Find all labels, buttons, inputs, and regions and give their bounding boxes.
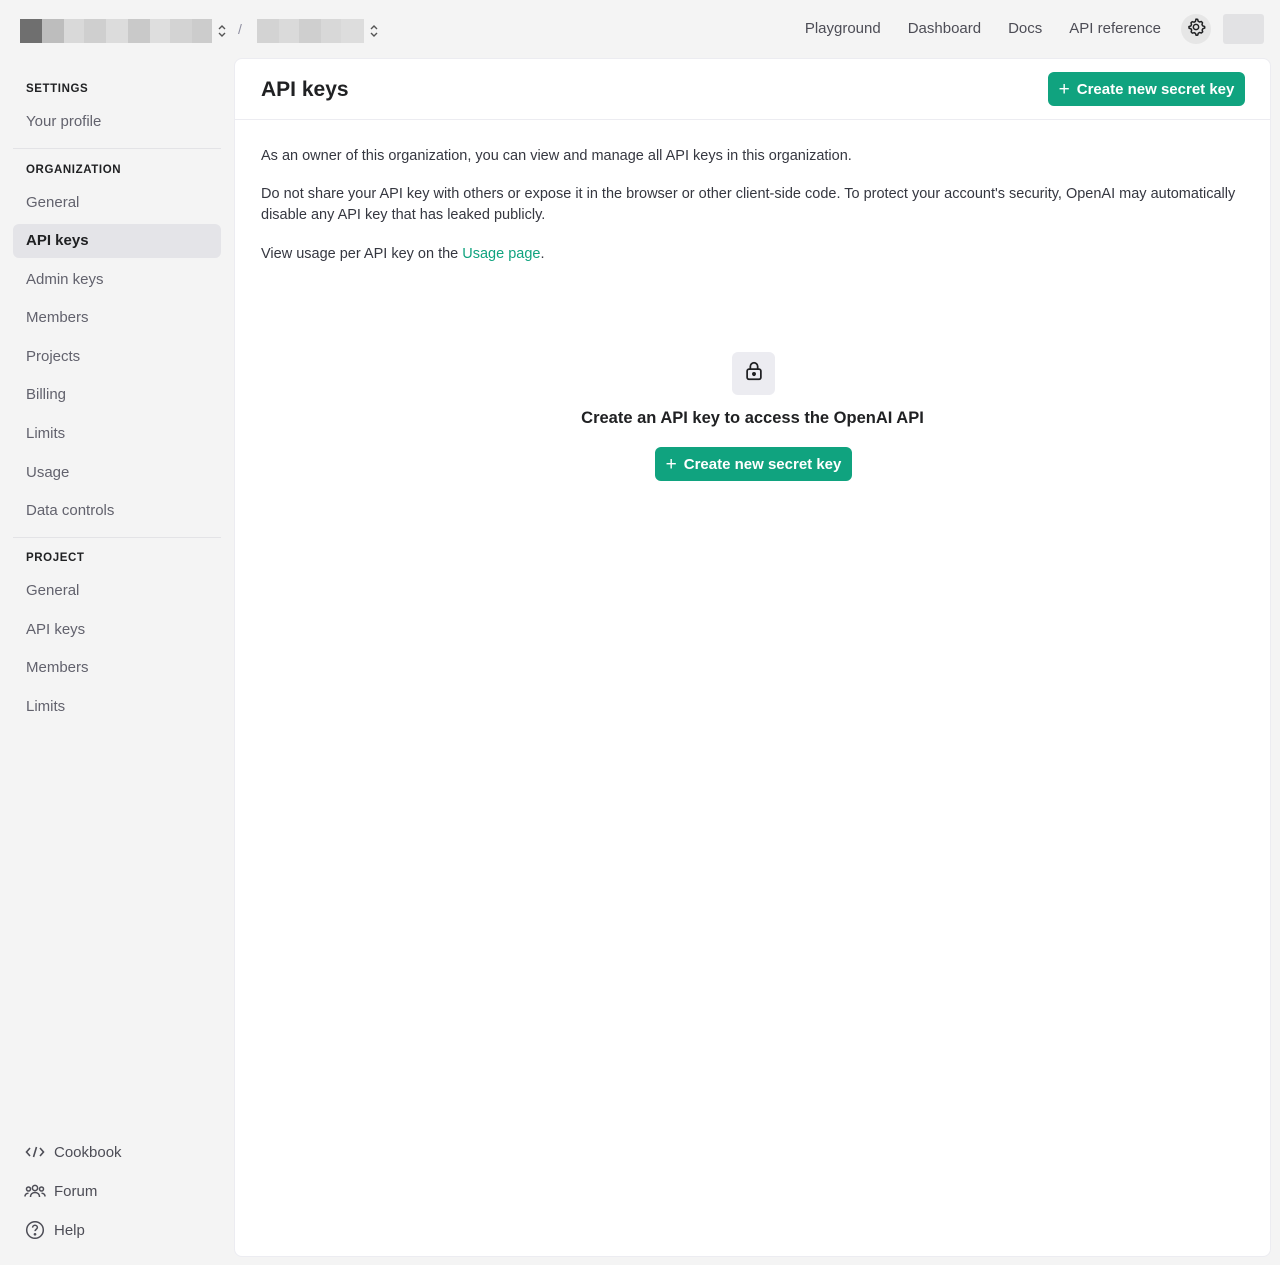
sidebar-divider [13, 537, 221, 538]
sidebar-item-project-general[interactable]: General [13, 574, 221, 608]
empty-state-create-secret-key-button[interactable]: + Create new secret key [655, 447, 852, 481]
org-name-redacted [20, 19, 212, 43]
page-title: API keys [261, 78, 349, 101]
org-switcher[interactable] [20, 19, 228, 43]
sidebar-item-org-data-controls[interactable]: Data controls [13, 494, 221, 528]
sidebar-item-org-general[interactable]: General [13, 186, 221, 220]
plus-icon: + [1058, 78, 1070, 100]
nav-api-reference[interactable]: API reference [1069, 14, 1161, 44]
sidebar-item-project-api-keys[interactable]: API keys [13, 613, 221, 647]
sidebar-item-org-admin-keys[interactable]: Admin keys [13, 263, 221, 297]
sidebar-item-project-members[interactable]: Members [13, 651, 221, 685]
plus-icon: + [665, 453, 677, 475]
sidebar-item-project-limits[interactable]: Limits [13, 690, 221, 724]
sidebar-item-org-projects[interactable]: Projects [13, 340, 221, 374]
top-nav: Playground Dashboard Docs API reference [805, 14, 1280, 44]
avatar[interactable] [1223, 14, 1264, 44]
sidebar-link-label: Forum [54, 1182, 98, 1200]
breadcrumb-separator: / [238, 21, 242, 37]
main-panel: API keys + Create new secret key As an o… [234, 58, 1271, 1257]
sidebar-item-org-usage[interactable]: Usage [13, 456, 221, 490]
usage-notice-prefix: View usage per API key on the [261, 246, 463, 262]
sidebar-item-org-limits[interactable]: Limits [13, 417, 221, 451]
sidebar-link-cookbook[interactable]: Cookbook [24, 1140, 122, 1164]
usage-notice-suffix: . [540, 246, 545, 262]
owner-notice: As an owner of this organization, you ca… [261, 148, 852, 164]
sidebar-section-organization: ORGANIZATION [26, 164, 122, 176]
main-header: API keys + Create new secret key [235, 59, 1270, 120]
chevron-updown-icon[interactable] [216, 19, 228, 43]
sidebar-link-help[interactable]: Help [24, 1218, 85, 1242]
lock-icon [743, 360, 765, 387]
code-icon [24, 1141, 46, 1163]
sidebar-item-org-members[interactable]: Members [13, 301, 221, 335]
sidebar-item-org-api-keys[interactable]: API keys [13, 224, 221, 258]
help-circle-icon [24, 1219, 46, 1241]
sidebar-item-your-profile[interactable]: Your profile [13, 105, 221, 139]
sidebar-link-label: Cookbook [54, 1143, 122, 1161]
sidebar-item-org-billing[interactable]: Billing [13, 378, 221, 412]
nav-playground[interactable]: Playground [805, 14, 881, 44]
sidebar-section-project: PROJECT [26, 552, 85, 564]
button-label: Create new secret key [683, 455, 842, 473]
empty-state-icon-box [732, 352, 775, 395]
nav-docs[interactable]: Docs [1008, 14, 1042, 44]
project-switcher[interactable] [257, 19, 380, 43]
users-icon [24, 1180, 46, 1202]
empty-state-title: Create an API key to access the OpenAI A… [581, 409, 924, 427]
gear-icon [1186, 17, 1206, 42]
sidebar-link-label: Help [54, 1221, 85, 1239]
sidebar: SETTINGS Your profile ORGANIZATION Gener… [0, 58, 234, 1265]
project-name-redacted [257, 19, 364, 43]
nav-dashboard[interactable]: Dashboard [908, 14, 981, 44]
sidebar-section-settings: SETTINGS [26, 83, 89, 95]
settings-button[interactable] [1181, 14, 1211, 44]
security-notice: Do not share your API key with others or… [261, 186, 1236, 223]
create-secret-key-button[interactable]: + Create new secret key [1048, 72, 1245, 106]
usage-page-link[interactable]: Usage page [462, 246, 540, 262]
chevron-updown-icon[interactable] [368, 19, 380, 43]
button-label: Create new secret key [1076, 80, 1235, 98]
sidebar-divider [13, 148, 221, 149]
top-bar: / Playground Dashboard Docs API referenc… [0, 0, 1280, 58]
usage-notice: View usage per API key on the Usage page… [261, 244, 1241, 265]
sidebar-link-forum[interactable]: Forum [24, 1179, 97, 1203]
